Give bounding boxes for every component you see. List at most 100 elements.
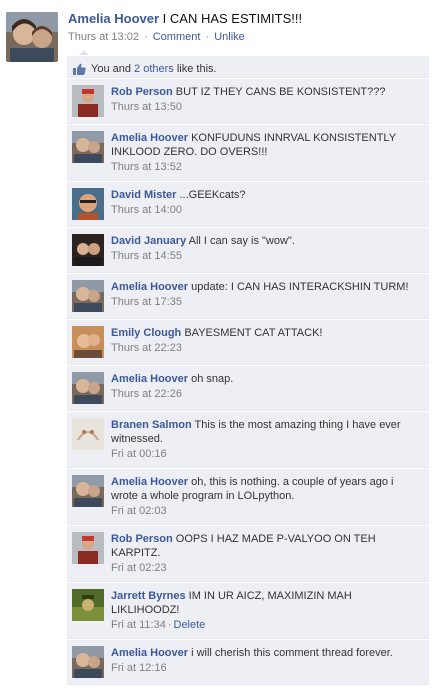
comment-author-avatar[interactable] — [72, 85, 104, 117]
likes-others-link[interactable]: 2 others — [134, 63, 174, 75]
meta-separator: · — [144, 31, 148, 43]
comment-message: All I can say is "wow". — [188, 235, 295, 247]
comment-author-name[interactable]: David January — [111, 235, 186, 247]
delete-comment-link[interactable]: Delete — [174, 619, 206, 631]
comment-meta: Thurs at 13:52 — [111, 160, 423, 174]
comment-item: Amelia Hoover KONFUDUNS INNRVAL KONSISTE… — [67, 124, 429, 181]
comment-timestamp[interactable]: Thurs at 13:50 — [111, 101, 182, 113]
comment-author-avatar[interactable] — [72, 646, 104, 678]
comment-message: oh snap. — [191, 373, 234, 385]
comment-author-avatar[interactable] — [72, 589, 104, 621]
comment-meta: Fri at 12:16 — [111, 661, 423, 675]
comment-author-name[interactable]: Emily Clough — [111, 327, 181, 339]
comment-body: Branen Salmon This is the most amazing t… — [111, 418, 423, 446]
comment-timestamp[interactable]: Thurs at 17:35 — [111, 296, 182, 308]
comment-meta: Fri at 11:34 · Delete — [111, 618, 423, 632]
comment-meta: Thurs at 22:23 — [111, 341, 423, 355]
comment-item: Branen Salmon This is the most amazing t… — [67, 411, 429, 468]
comment-author-avatar[interactable] — [72, 418, 104, 450]
post-meta: Thurs at 13:02 · Comment · Unlike — [68, 30, 428, 44]
comment-timestamp[interactable]: Fri at 02:03 — [111, 505, 167, 517]
meta-separator: · — [205, 31, 210, 43]
thumbs-up-icon — [73, 63, 86, 75]
comment-body: Amelia Hoover oh snap. — [111, 372, 423, 386]
comment-author-name[interactable]: Amelia Hoover — [111, 647, 188, 659]
comment-timestamp[interactable]: Fri at 11:34 — [111, 619, 166, 631]
comment-body: Emily Clough BAYESMENT CAT ATTACK! — [111, 326, 423, 340]
comment-author-avatar[interactable] — [72, 234, 104, 266]
comment-message: BUT IZ THEY CANS BE KONSISTENT??? — [175, 86, 386, 98]
comment-body: Amelia Hoover update: I CAN HAS INTERACK… — [111, 280, 423, 294]
comment-timestamp[interactable]: Fri at 00:16 — [111, 448, 167, 460]
comment-body: David Mister ...GEEKcats? — [111, 188, 423, 202]
comment-author-avatar[interactable] — [72, 280, 104, 312]
comment-author-name[interactable]: Amelia Hoover — [111, 476, 188, 488]
comment-item: Amelia Hoover i will cherish this commen… — [67, 639, 429, 685]
comment-item: Rob Person OOPS I HAZ MADE P-VALYOO ON T… — [67, 525, 429, 582]
comment-meta: Thurs at 14:55 — [111, 249, 423, 263]
comment-timestamp[interactable]: Thurs at 14:00 — [111, 204, 182, 216]
comment-link[interactable]: Comment — [153, 31, 201, 43]
post-author-avatar[interactable] — [6, 12, 58, 62]
likes-suffix: like this. — [176, 63, 217, 75]
comment-message: ...GEEKcats? — [179, 189, 246, 201]
comment-author-name[interactable]: Amelia Hoover — [111, 373, 188, 385]
comment-item: Amelia Hoover oh, this is nothing. a cou… — [67, 468, 429, 525]
comment-body: Amelia Hoover i will cherish this commen… — [111, 646, 423, 660]
comment-meta: Fri at 02:23 — [111, 561, 423, 575]
comment-timestamp[interactable]: Thurs at 14:55 — [111, 250, 182, 262]
comment-author-avatar[interactable] — [72, 475, 104, 507]
feedback-pointer — [79, 50, 89, 55]
comment-author-avatar[interactable] — [72, 532, 104, 564]
post-text: I CAN HAS ESTIMITS!!! — [162, 11, 303, 26]
comment-author-avatar[interactable] — [72, 188, 104, 220]
comment-meta: Thurs at 22:26 — [111, 387, 423, 401]
likes-prefix: You and — [91, 63, 131, 75]
unlike-link[interactable]: Unlike — [214, 31, 245, 43]
comment-author-name[interactable]: Branen Salmon — [111, 419, 192, 431]
comment-author-name[interactable]: Jarrett Byrnes — [111, 590, 186, 602]
comment-item: David Mister ...GEEKcats? Thurs at 14:00 — [67, 181, 429, 227]
comment-author-name[interactable]: Rob Person — [111, 533, 173, 545]
comment-body: Amelia Hoover oh, this is nothing. a cou… — [111, 475, 423, 503]
feedback-box: You and 2 others like this. Rob Person B… — [67, 50, 429, 685]
post-timestamp[interactable]: Thurs at 13:02 — [68, 31, 139, 43]
comment-message: i will cherish this comment thread forev… — [191, 647, 393, 659]
comment-author-name[interactable]: Rob Person — [111, 86, 173, 98]
comment-author-name[interactable]: Amelia Hoover — [111, 281, 188, 293]
comment-timestamp[interactable]: Fri at 02:23 — [111, 562, 167, 574]
comment-item: Rob Person BUT IZ THEY CANS BE KONSISTEN… — [67, 78, 429, 124]
comment-author-name[interactable]: David Mister — [111, 189, 176, 201]
comment-body: Rob Person BUT IZ THEY CANS BE KONSISTEN… — [111, 85, 423, 99]
comment-body: Jarrett Byrnes IM IN UR AICZ, MAXIMIZIN … — [111, 589, 423, 617]
comment-timestamp[interactable]: Thurs at 13:52 — [111, 161, 182, 173]
comment-timestamp[interactable]: Fri at 12:16 — [111, 662, 167, 674]
comment-meta: Thurs at 13:50 — [111, 100, 423, 114]
comment-body: Rob Person OOPS I HAZ MADE P-VALYOO ON T… — [111, 532, 423, 560]
comment-body: Amelia Hoover KONFUDUNS INNRVAL KONSISTE… — [111, 131, 423, 159]
comment-message: update: I CAN HAS INTERACKSHIN TURM! — [191, 281, 409, 293]
comment-author-avatar[interactable] — [72, 372, 104, 404]
comment-timestamp[interactable]: Thurs at 22:23 — [111, 342, 182, 354]
comment-item: Emily Clough BAYESMENT CAT ATTACK! Thurs … — [67, 319, 429, 365]
post-message: Amelia Hoover I CAN HAS ESTIMITS!!! — [68, 11, 428, 27]
comment-meta: Thurs at 17:35 — [111, 295, 423, 309]
comment-meta: Thurs at 14:00 — [111, 203, 423, 217]
post-author-name[interactable]: Amelia Hoover — [68, 11, 159, 26]
comment-list: Rob Person BUT IZ THEY CANS BE KONSISTEN… — [67, 78, 429, 685]
comment-message: BAYESMENT CAT ATTACK! — [184, 327, 323, 339]
likes-summary: You and 2 others like this. — [67, 56, 429, 78]
comment-item: Amelia Hoover oh snap. Thurs at 22:26 — [67, 365, 429, 411]
comment-meta: Fri at 02:03 — [111, 504, 423, 518]
comment-author-avatar[interactable] — [72, 131, 104, 163]
meta-separator: · — [167, 619, 172, 631]
comment-author-avatar[interactable] — [72, 326, 104, 358]
post-content: Amelia Hoover I CAN HAS ESTIMITS!!! Thur… — [68, 11, 428, 44]
comment-timestamp[interactable]: Thurs at 22:26 — [111, 388, 182, 400]
comment-author-name[interactable]: Amelia Hoover — [111, 132, 188, 144]
comment-item: Amelia Hoover update: I CAN HAS INTERACK… — [67, 273, 429, 319]
comment-meta: Fri at 00:16 — [111, 447, 423, 461]
feed-story: Amelia Hoover I CAN HAS ESTIMITS!!! Thur… — [0, 0, 436, 688]
comment-item: Jarrett Byrnes IM IN UR AICZ, MAXIMIZIN … — [67, 582, 429, 639]
comment-item: David January All I can say is "wow". Thu… — [67, 227, 429, 273]
